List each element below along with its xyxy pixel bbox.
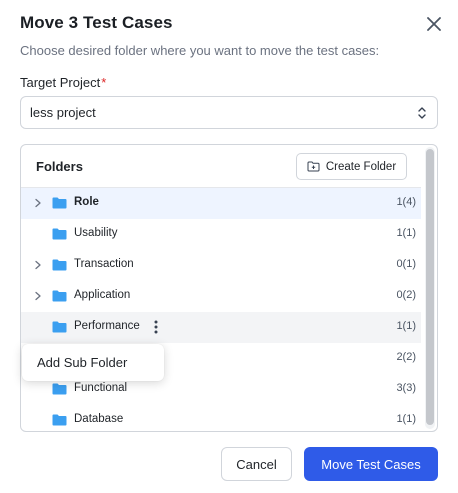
folder-name: Role xyxy=(74,196,99,208)
target-project-value: less project xyxy=(30,105,96,120)
folder-name: Usability xyxy=(74,227,118,239)
folder-count: 0(1) xyxy=(396,258,416,270)
folder-count: 1(1) xyxy=(396,320,416,332)
chevron-right-icon[interactable] xyxy=(33,291,43,301)
folders-header: Folders Create Folder xyxy=(21,145,421,188)
folders-panel: Folders Create Folder Role 1(4) Usabilit… xyxy=(20,144,438,432)
chevron-right-icon[interactable] xyxy=(33,198,43,208)
folder-icon xyxy=(52,414,67,426)
dialog-title: Move 3 Test Cases xyxy=(20,13,173,32)
folder-count: 1(4) xyxy=(396,196,416,208)
folder-icon xyxy=(52,321,67,333)
folder-list-scrollbar[interactable] xyxy=(425,147,435,429)
target-project-select[interactable]: less project xyxy=(20,96,438,129)
folder-row-transaction[interactable]: Transaction 0(1) xyxy=(21,250,421,281)
folder-name: Transaction xyxy=(74,258,134,270)
folder-row-application[interactable]: Application 0(2) xyxy=(21,281,421,312)
folder-count: 0(2) xyxy=(396,289,416,301)
folder-icon xyxy=(52,383,67,395)
scrollbar-thumb[interactable] xyxy=(426,149,434,425)
move-test-cases-dialog: Move 3 Test Cases Choose desired folder … xyxy=(0,0,458,493)
folder-row-role[interactable]: Role 1(4) xyxy=(21,188,421,219)
move-test-cases-button[interactable]: Move Test Cases xyxy=(304,447,438,481)
dialog-subtitle: Choose desired folder where you want to … xyxy=(20,43,380,58)
folder-row-database[interactable]: Database 1(1) xyxy=(21,405,421,431)
folder-name: Functional xyxy=(74,382,128,394)
chevron-up-down-icon xyxy=(418,107,426,119)
folder-count: 1(1) xyxy=(396,413,416,425)
folder-row-performance[interactable]: Performance 1(1) xyxy=(21,312,421,343)
add-sub-folder-menu-item[interactable]: Add Sub Folder xyxy=(22,344,164,381)
create-folder-label: Create Folder xyxy=(325,160,397,173)
folder-plus-icon xyxy=(307,161,320,172)
folder-name: Database xyxy=(74,413,124,425)
folder-icon xyxy=(52,197,67,209)
folders-title: Folders xyxy=(36,159,83,174)
required-marker: * xyxy=(101,75,107,90)
folder-icon xyxy=(52,259,67,271)
folder-icon xyxy=(52,228,67,240)
folder-row-usability[interactable]: Usability 1(1) xyxy=(21,219,421,250)
folder-name: Application xyxy=(74,289,131,301)
folder-icon xyxy=(52,290,67,302)
target-project-label: Target Project* xyxy=(20,75,107,90)
create-folder-button[interactable]: Create Folder xyxy=(296,153,407,180)
cancel-button[interactable]: Cancel xyxy=(221,447,292,481)
kebab-menu-icon[interactable] xyxy=(151,318,161,336)
folder-count: 1(1) xyxy=(396,227,416,239)
close-icon[interactable] xyxy=(422,12,446,36)
chevron-right-icon[interactable] xyxy=(33,260,43,270)
folder-name: Performance xyxy=(74,320,140,332)
folder-count: 3(3) xyxy=(396,382,416,394)
folder-count: 2(2) xyxy=(396,351,416,363)
